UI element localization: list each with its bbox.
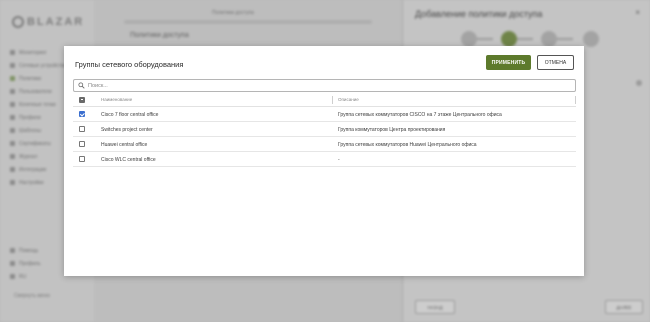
stepper-step-3 <box>541 31 557 47</box>
info-icon <box>636 80 642 86</box>
sidebar-item-label: Помощь <box>19 247 39 254</box>
nav-icon <box>10 274 15 279</box>
sidebar-item-label: RU <box>19 273 27 280</box>
logo-icon <box>12 16 24 28</box>
column-header-name: Наименование <box>101 97 133 102</box>
groups-table: Наименование Описание Cisco 7 floor cent… <box>73 93 576 167</box>
stepper-step-2 <box>501 31 517 47</box>
nav-icon <box>10 261 15 266</box>
main-breadcrumb: Политики доступа <box>212 10 254 16</box>
nav-icon <box>10 248 15 253</box>
nav-icon <box>10 63 15 68</box>
row-checkbox[interactable] <box>79 111 85 117</box>
cancel-button[interactable]: ОТМЕНА <box>537 55 574 70</box>
group-description: Группа коммутаторов Центра проектировани… <box>338 127 446 133</box>
group-name: Cisco WLC central office <box>101 157 156 163</box>
column-header-description: Описание <box>338 97 359 102</box>
row-checkbox[interactable] <box>79 126 85 132</box>
stepper-step-1 <box>461 31 477 47</box>
group-description: - <box>338 157 340 163</box>
group-description: Группа сетевых коммутаторов Huawei Центр… <box>338 142 477 148</box>
table-row[interactable]: Switches project center Группа коммутатор… <box>73 122 576 137</box>
group-description: Группа сетевых коммутаторов CISCO на 7 э… <box>338 112 502 118</box>
sidebar-item-label: Журнал <box>19 153 38 160</box>
nav-icon <box>10 102 15 107</box>
stepper-line <box>477 38 493 40</box>
row-checkbox[interactable] <box>79 156 85 162</box>
nav-icon <box>10 167 15 172</box>
nav-icon <box>10 154 15 159</box>
next-button[interactable]: ДАЛЕЕ <box>605 300 643 314</box>
select-all-checkbox[interactable] <box>79 96 85 103</box>
logo-text: BLAZAR <box>27 16 85 28</box>
sidebar-item-label: Настройки <box>19 179 44 186</box>
search-input[interactable] <box>88 81 548 90</box>
table-row[interactable]: Cisco WLC central office - <box>73 152 576 167</box>
search-field[interactable] <box>73 79 576 92</box>
nav-icon <box>10 50 15 55</box>
search-icon <box>78 82 85 89</box>
stepper-line <box>557 38 573 40</box>
close-icon[interactable]: × <box>635 8 640 17</box>
nav-icon <box>10 115 15 120</box>
sidebar-item-label: Сертификаты <box>19 140 51 147</box>
sidebar-item-label: Пользователи <box>19 88 52 95</box>
nav-icon <box>10 128 15 133</box>
table-body: Cisco 7 floor central office Группа сетев… <box>73 107 576 167</box>
nav-icon <box>10 89 15 94</box>
column-divider[interactable] <box>332 96 333 104</box>
row-checkbox[interactable] <box>79 141 85 147</box>
sidebar-item-label: Политики <box>19 75 42 82</box>
logo: BLAZAR <box>12 16 84 28</box>
sidebar-item-label: Профиль <box>19 260 41 267</box>
sidebar-item-label: Интеграции <box>19 166 47 173</box>
group-name: Huawei central office <box>101 142 148 148</box>
back-button[interactable]: НАЗАД <box>415 300 455 314</box>
sidebar-item-label: Конечные точки <box>19 101 56 108</box>
main-header-bar <box>124 20 372 24</box>
dialog-title: Группы сетевого оборудования <box>75 60 184 69</box>
table-row[interactable]: Cisco 7 floor central office Группа сетев… <box>73 107 576 122</box>
sidebar-item-label: Профили <box>19 114 41 121</box>
network-groups-dialog: Группы сетевого оборудования ПРИМЕНИТЬ О… <box>64 46 584 276</box>
table-row[interactable]: Huawei central office Группа сетевых комм… <box>73 137 576 152</box>
table-header: Наименование Описание <box>73 93 576 107</box>
group-name: Cisco 7 floor central office <box>101 112 159 118</box>
nav-icon <box>10 76 15 81</box>
sidebar-item-label: Сетевые устройства <box>19 62 67 69</box>
column-divider[interactable] <box>575 96 576 104</box>
sidebar-item-label: Шаблоны <box>19 127 42 134</box>
main-title: Политики доступа <box>130 32 189 39</box>
apply-button[interactable]: ПРИМЕНИТЬ <box>486 55 531 70</box>
drawer-title: Добавление политики доступа <box>415 9 543 19</box>
stepper-step-4 <box>583 31 599 47</box>
group-name: Switches project center <box>101 127 153 133</box>
stepper-line <box>517 38 533 40</box>
sidebar-item-label: Мониторинг <box>19 49 47 56</box>
collapse-menu-link[interactable]: Свернуть меню <box>14 293 50 299</box>
nav-icon <box>10 180 15 185</box>
nav-icon <box>10 141 15 146</box>
